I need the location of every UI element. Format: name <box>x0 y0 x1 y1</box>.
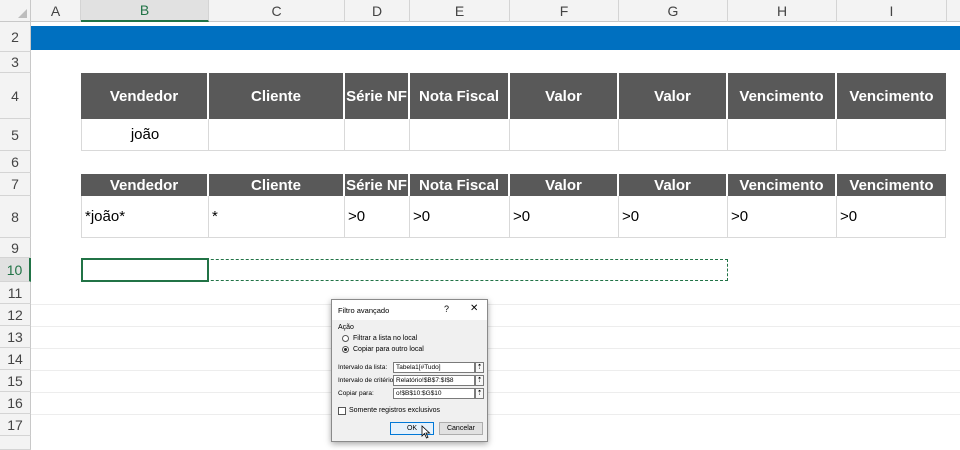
select-all-corner[interactable] <box>0 0 31 22</box>
table1-cell-nota-fiscal[interactable] <box>410 119 510 151</box>
criteria-range-input[interactable]: Relatório!$B$7:$I$8 <box>393 375 475 386</box>
row-header-3[interactable]: 3 <box>0 52 31 73</box>
list-range-label: Intervalo da lista: <box>338 364 388 371</box>
table1-cell-serie-nf[interactable] <box>345 119 410 151</box>
row-header-14[interactable]: 14 <box>0 348 31 370</box>
column-header-f[interactable]: F <box>510 0 619 22</box>
column-header-next[interactable] <box>947 0 960 22</box>
row-header-16[interactable]: 16 <box>0 392 31 414</box>
action-group-label: Ação <box>338 324 354 331</box>
advanced-filter-dialog[interactable]: Filtro avançado ? ✕ Ação Filtrar a lista… <box>331 299 488 442</box>
table2-cell-vencimento-2[interactable]: >0 <box>837 196 946 238</box>
row-header-15[interactable]: 15 <box>0 370 31 392</box>
criteria-range-label: Intervalo de critérios: <box>338 377 399 384</box>
table2-header-vendedor[interactable]: Vendedor <box>81 174 209 196</box>
cancel-button[interactable]: Cancelar <box>439 422 483 435</box>
row-header-4[interactable]: 4 <box>0 73 31 119</box>
column-header-h[interactable]: H <box>728 0 837 22</box>
table2-header-valor[interactable]: Valor <box>510 174 619 196</box>
column-header-a[interactable]: A <box>31 0 81 22</box>
radio-copy-to-location-label[interactable]: Copiar para outro local <box>353 346 424 353</box>
dialog-title: Filtro avançado <box>338 306 390 315</box>
table2-header-serie-nf[interactable]: Série NF <box>345 174 410 196</box>
row-header-12[interactable]: 12 <box>0 304 31 326</box>
table1-header-serie-nf[interactable]: Série NF <box>345 73 410 119</box>
table1-cell-vendedor[interactable]: joão <box>81 119 209 151</box>
table2-cell-nota-fiscal[interactable]: >0 <box>410 196 510 238</box>
copy-to-collapse-icon[interactable]: ⇡ <box>475 388 484 399</box>
gridline <box>31 304 960 305</box>
unique-records-label[interactable]: Somente registros exclusivos <box>349 407 440 414</box>
table1-cell-vencimento[interactable] <box>728 119 837 151</box>
help-button[interactable]: ? <box>444 304 449 314</box>
table1-header-valor[interactable]: Valor <box>510 73 619 119</box>
table1-header-vencimento[interactable]: Vencimento <box>728 73 837 119</box>
row-header-8[interactable]: 8 <box>0 196 31 238</box>
table1-header-nota-fiscal[interactable]: Nota Fiscal <box>410 73 510 119</box>
table1-cell-vencimento-2[interactable] <box>837 119 946 151</box>
row-header-9[interactable]: 9 <box>0 238 31 258</box>
table2-cell-valor[interactable]: >0 <box>510 196 619 238</box>
active-cell[interactable] <box>81 258 209 282</box>
table1-header-vencimento-2[interactable]: Vencimento <box>837 73 946 119</box>
table2-cell-cliente[interactable]: * <box>209 196 345 238</box>
copy-to-input[interactable]: o!$B$10:$G$10 <box>393 388 475 399</box>
row-header-2[interactable]: 2 <box>0 22 31 52</box>
column-header-d[interactable]: D <box>345 0 410 22</box>
copy-to-label: Copiar para: <box>338 390 374 397</box>
gridline <box>31 414 960 415</box>
row-header-6[interactable]: 6 <box>0 151 31 173</box>
column-header-b[interactable]: B <box>81 0 209 22</box>
table2-header-valor-2[interactable]: Valor <box>619 174 728 196</box>
row-header-5[interactable]: 5 <box>0 119 31 151</box>
table2-header-nota-fiscal[interactable]: Nota Fiscal <box>410 174 510 196</box>
row-header-18[interactable] <box>0 436 31 450</box>
radio-filter-in-place[interactable] <box>342 335 349 342</box>
mouse-pointer-icon <box>421 425 431 439</box>
gridline <box>31 348 960 349</box>
blue-banner <box>31 26 960 50</box>
gridline <box>31 392 960 393</box>
table2-header-vencimento-2[interactable]: Vencimento <box>837 174 946 196</box>
table2-cell-serie-nf[interactable]: >0 <box>345 196 410 238</box>
table1-cell-valor-2[interactable] <box>619 119 728 151</box>
column-header-g[interactable]: G <box>619 0 728 22</box>
row-header-17[interactable]: 17 <box>0 414 31 436</box>
table1-cell-cliente[interactable] <box>209 119 345 151</box>
row-header-13[interactable]: 13 <box>0 326 31 348</box>
table1-header-vendedor[interactable]: Vendedor <box>81 73 209 119</box>
gridline <box>31 326 960 327</box>
unique-records-checkbox[interactable] <box>338 407 346 415</box>
table2-header-cliente[interactable]: Cliente <box>209 174 345 196</box>
table1-header-cliente[interactable]: Cliente <box>209 73 345 119</box>
column-header-i[interactable]: I <box>837 0 947 22</box>
table2-cell-valor-2[interactable]: >0 <box>619 196 728 238</box>
table2-cell-vendedor[interactable]: *joão* <box>81 196 209 238</box>
criteria-range-collapse-icon[interactable]: ⇡ <box>475 375 484 386</box>
close-icon[interactable]: ✕ <box>470 303 478 314</box>
table1-header-valor-2[interactable]: Valor <box>619 73 728 119</box>
gridline <box>31 370 960 371</box>
radio-copy-to-location[interactable] <box>342 346 349 353</box>
row-header-7[interactable]: 7 <box>0 173 31 196</box>
row-header-11[interactable]: 11 <box>0 282 31 304</box>
row-header-10[interactable]: 10 <box>0 258 31 282</box>
table2-header-vencimento[interactable]: Vencimento <box>728 174 837 196</box>
column-header-e[interactable]: E <box>410 0 510 22</box>
radio-filter-in-place-label[interactable]: Filtrar a lista no local <box>353 335 417 342</box>
table2-cell-vencimento[interactable]: >0 <box>728 196 837 238</box>
list-range-input[interactable]: Tabela1[#Tudo] <box>393 362 475 373</box>
list-range-collapse-icon[interactable]: ⇡ <box>475 362 484 373</box>
column-header-c[interactable]: C <box>209 0 345 22</box>
table1-cell-valor[interactable] <box>510 119 619 151</box>
